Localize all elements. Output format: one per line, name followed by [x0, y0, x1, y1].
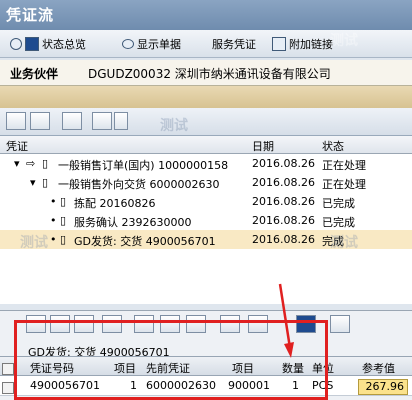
document-icon: ▯ [60, 195, 67, 208]
document-icon: ▯ [60, 214, 67, 227]
business-partner-bar: 业务伙伴 DGUDZ00032 深圳市纳米通讯设备有限公司 [0, 60, 412, 86]
col-document: 凭证 [6, 140, 28, 153]
glasses-icon [122, 39, 134, 49]
bullet-icon: • [50, 195, 57, 208]
show-document-button[interactable]: 显示单据 [122, 35, 181, 53]
tree-header: 凭证 日期 状态 [0, 136, 412, 154]
document-flow-window: 凭证流 状态总览 显示单据 服务凭证 附加链接 业务伙伴 DGUDZ00032 … [0, 0, 412, 400]
tree-row[interactable]: ▾ ▯ 一般销售外向交货 6000002630 2016.08.26 正在处理 [0, 173, 412, 192]
tree-row[interactable]: ▾ ⇨ ▯ 一般销售订单(国内) 1000000158 2016.08.26 正… [0, 154, 412, 173]
collapse-arrow-icon[interactable]: ▾ [30, 176, 36, 189]
document-icon: ▯ [42, 176, 49, 189]
application-toolbar: 状态总览 显示单据 服务凭证 附加链接 [0, 30, 412, 58]
status-overview-button[interactable]: 状态总览 [10, 35, 86, 53]
magnifier-icon [10, 38, 22, 50]
collapse-icon[interactable] [30, 112, 50, 130]
reference-value-cell[interactable]: 267.96 [358, 379, 408, 395]
tree-row[interactable]: • ▯ 拣配 20160826 2016.08.26 已完成 [0, 192, 412, 211]
document-flow-tree: ▾ ⇨ ▯ 一般销售订单(国内) 1000000158 2016.08.26 正… [0, 154, 412, 304]
header-band [0, 86, 412, 108]
collapse-arrow-icon[interactable]: ▾ [14, 157, 20, 170]
business-partner-value: DGUDZ00032 深圳市纳米通讯设备有限公司 [88, 67, 331, 81]
annotation-arrow [278, 283, 294, 358]
document-icon: ▯ [60, 233, 67, 246]
service-document-button[interactable]: 服务凭证 [212, 35, 256, 53]
info-icon [25, 37, 39, 51]
bullet-icon: • [50, 214, 57, 227]
bullet-icon: • [50, 233, 57, 246]
col-status: 状态 [322, 140, 344, 153]
arrow-icon: ⇨ [26, 157, 36, 170]
expand-icon[interactable] [6, 112, 26, 130]
document-icon: ▯ [42, 157, 49, 170]
tree-toolbar [0, 108, 412, 136]
wrench-icon [272, 37, 286, 51]
tree-row-selected[interactable]: • ▯ GD发货: 交货 4900056701 2016.08.26 完成 [0, 230, 412, 249]
tree-row[interactable]: • ▯ 服务确认 2392630000 2016.08.26 已完成 [0, 211, 412, 230]
dropdown-icon[interactable] [114, 112, 128, 130]
print-icon[interactable] [92, 112, 112, 130]
binoculars-icon[interactable] [62, 112, 82, 130]
close-icon[interactable] [330, 315, 350, 333]
additional-links-button[interactable]: 附加链接 [272, 35, 333, 53]
col-date: 日期 [252, 140, 274, 153]
title-bar: 凭证流 [0, 0, 412, 30]
business-partner-label: 业务伙伴 [10, 67, 59, 81]
window-title: 凭证流 [6, 6, 55, 24]
